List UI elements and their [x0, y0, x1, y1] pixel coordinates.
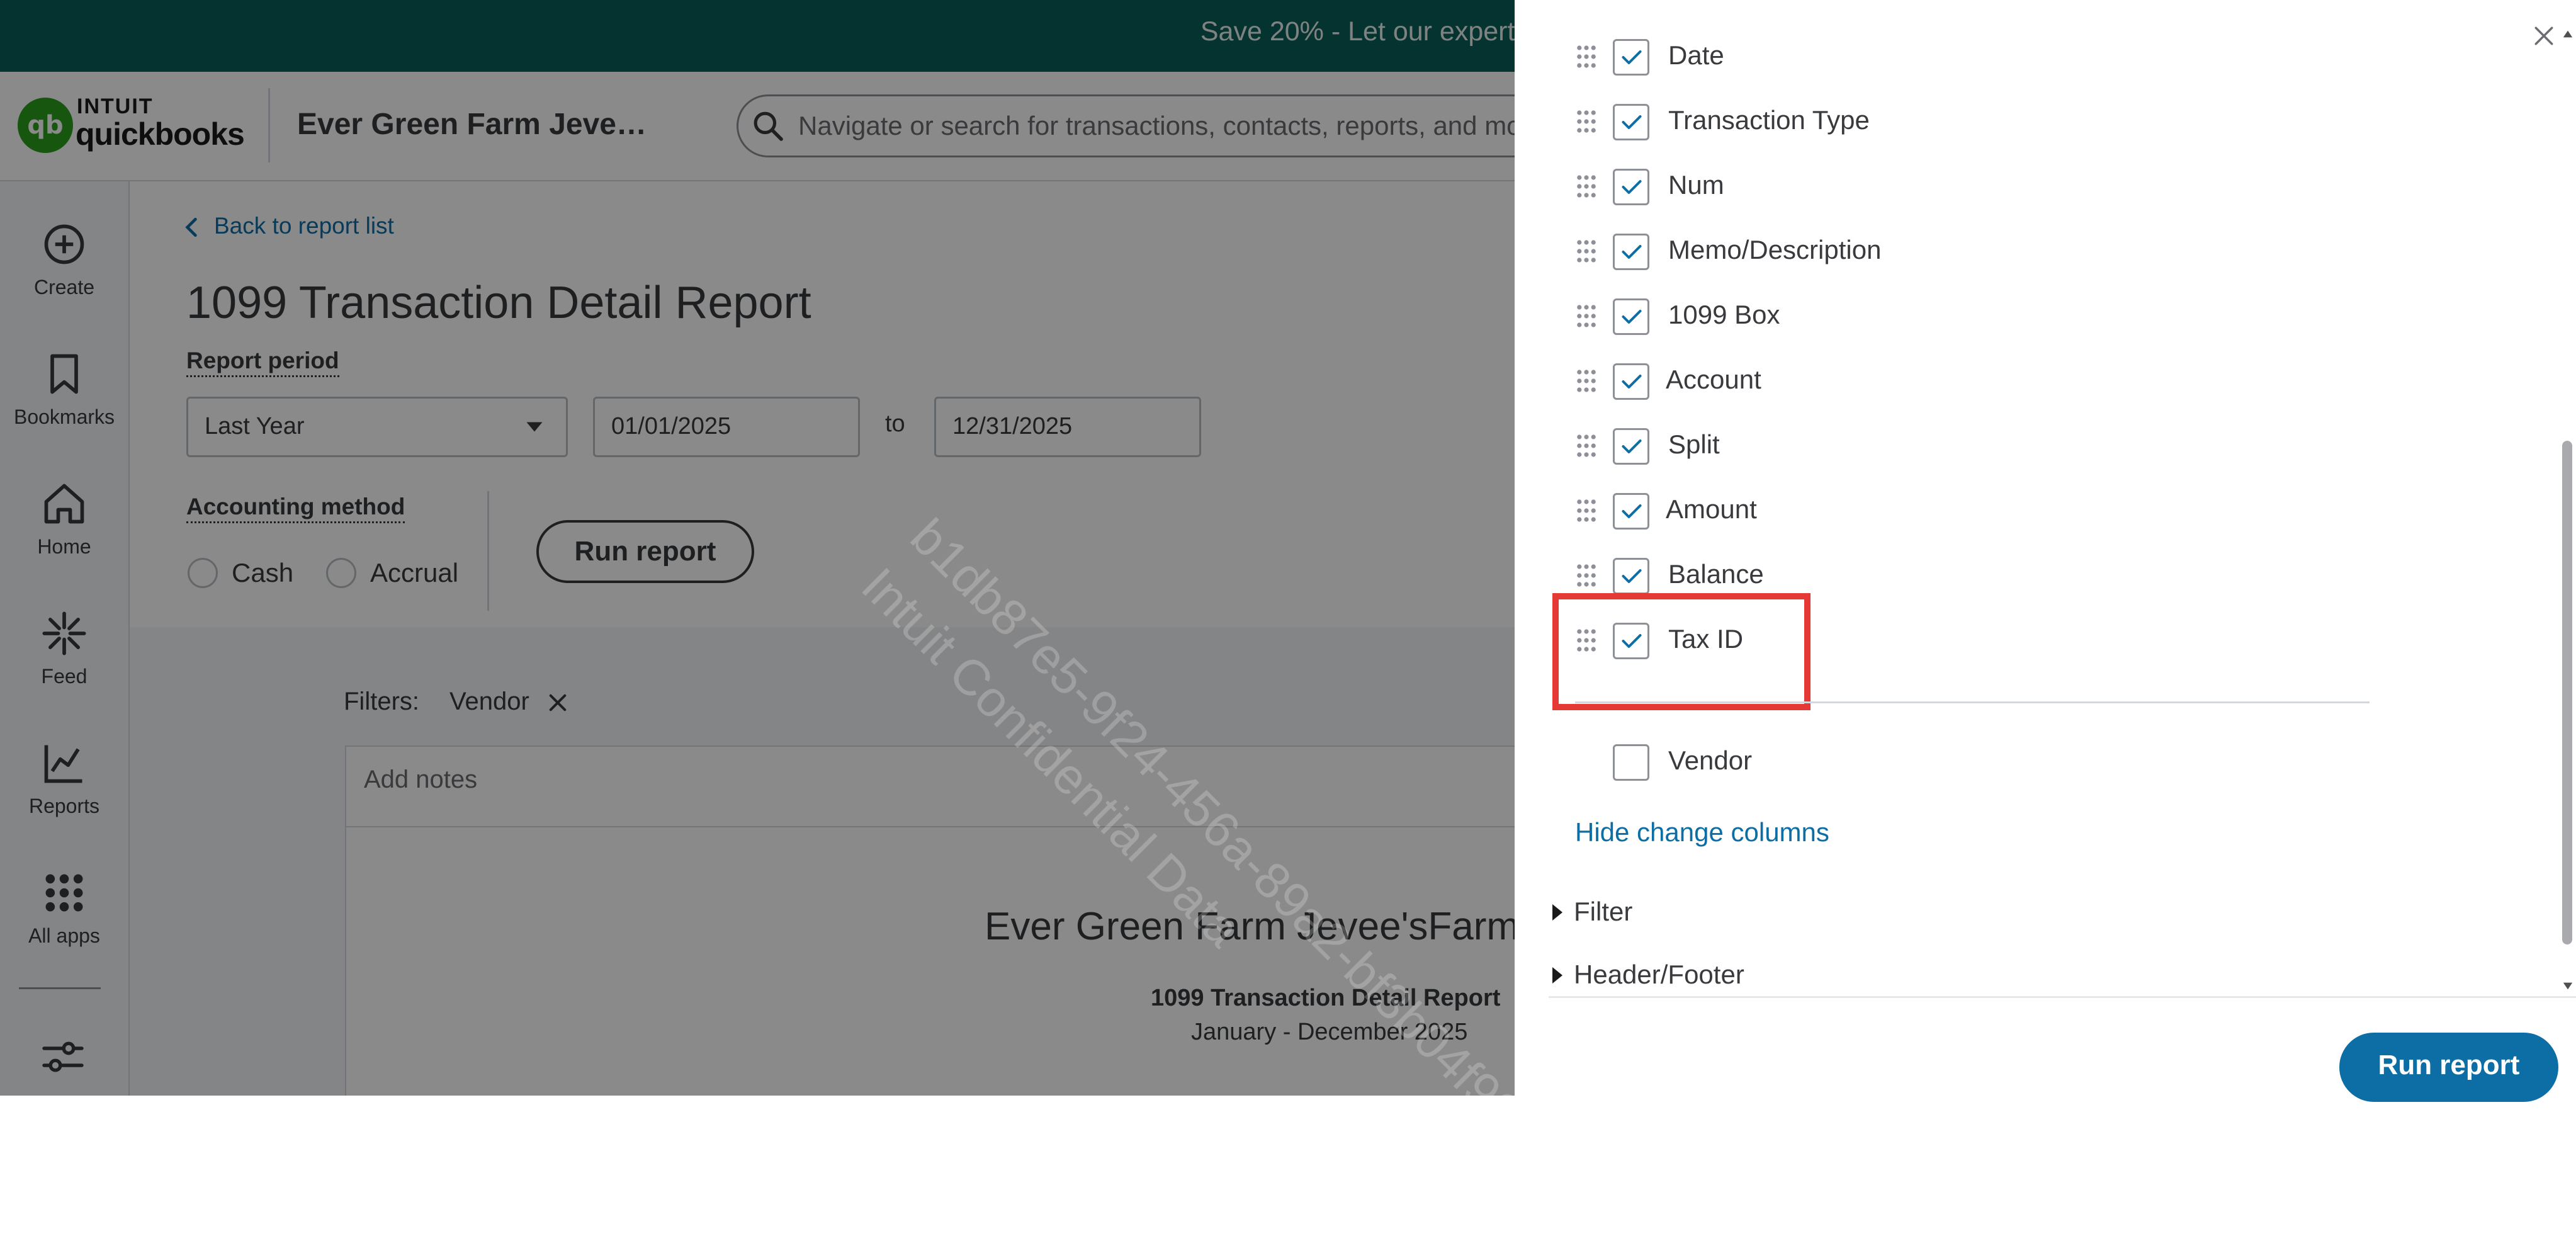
- column-row-amount[interactable]: Amount: [1568, 483, 2386, 533]
- column-checkbox-date[interactable]: [1613, 39, 1649, 76]
- column-row-vendor[interactable]: Vendor: [1568, 734, 2386, 785]
- checkmark-icon: [1622, 309, 1642, 324]
- drag-handle-icon[interactable]: [1576, 303, 1596, 329]
- drag-handle-icon[interactable]: [1576, 368, 1596, 394]
- column-row-split[interactable]: Split: [1568, 418, 2386, 468]
- drag-handle-icon[interactable]: [1576, 498, 1596, 523]
- column-row-account[interactable]: Account: [1568, 353, 2386, 404]
- column-name-vendor[interactable]: Vendor: [1668, 746, 1752, 776]
- column-name-memo-description[interactable]: Memo/Description: [1668, 235, 1881, 265]
- column-row-num[interactable]: Num: [1568, 159, 2386, 209]
- column-name-num[interactable]: Num: [1668, 170, 1724, 200]
- column-checkbox-account[interactable]: [1613, 363, 1649, 400]
- column-row-date[interactable]: Date: [1568, 29, 2386, 79]
- column-name-amount[interactable]: Amount: [1666, 494, 1757, 524]
- column-checkbox-1099-box[interactable]: [1613, 298, 1649, 335]
- checkmark-icon: [1622, 439, 1642, 454]
- hide-change-columns-link[interactable]: Hide change columns: [1575, 817, 1829, 848]
- section-filter-label[interactable]: Filter: [1574, 897, 1632, 927]
- checkmark-icon: [1622, 374, 1642, 389]
- checkmark-icon: [1622, 50, 1642, 65]
- column-checkbox-memo-description[interactable]: [1613, 234, 1649, 270]
- column-checkbox-num[interactable]: [1613, 169, 1649, 205]
- column-row-1099-box[interactable]: 1099 Box: [1568, 288, 2386, 339]
- drag-handle-icon[interactable]: [1576, 174, 1596, 199]
- checkmark-icon: [1622, 504, 1642, 519]
- scrollbar-thumb[interactable]: [2562, 441, 2572, 944]
- run-report-primary-button[interactable]: Run report: [2339, 1033, 2558, 1102]
- caret-right-icon: [1552, 967, 1562, 984]
- column-list-divider: [1575, 701, 2370, 703]
- checkmark-icon: [1622, 179, 1642, 195]
- checkmark-icon: [1622, 244, 1642, 259]
- checkmark-icon: [1622, 115, 1642, 130]
- column-checkbox-split[interactable]: [1613, 428, 1649, 465]
- drag-handle-icon[interactable]: [1576, 563, 1596, 588]
- column-checkbox-transaction-type[interactable]: [1613, 104, 1649, 140]
- drag-handle-icon[interactable]: [1576, 44, 1596, 69]
- scroll-down-icon[interactable]: [2562, 980, 2573, 992]
- drag-handle-icon[interactable]: [1576, 109, 1596, 134]
- column-checkbox-balance[interactable]: [1613, 558, 1649, 594]
- column-row-balance[interactable]: Balance: [1568, 548, 2386, 598]
- column-name-balance[interactable]: Balance: [1668, 559, 1764, 589]
- close-icon[interactable]: [2533, 25, 2555, 47]
- column-row-transaction-type[interactable]: Transaction Type: [1568, 94, 2386, 144]
- column-row-memo-description[interactable]: Memo/Description: [1568, 224, 2386, 274]
- section-header-footer-label[interactable]: Header/Footer: [1574, 960, 1744, 990]
- drag-handle-icon[interactable]: [1576, 239, 1596, 264]
- scroll-up-icon[interactable]: [2562, 28, 2573, 40]
- column-name-date[interactable]: Date: [1668, 40, 1724, 71]
- column-checkbox-vendor[interactable]: [1613, 744, 1649, 781]
- caret-right-icon: [1552, 904, 1562, 921]
- column-checkbox-amount[interactable]: [1613, 493, 1649, 530]
- column-name-account[interactable]: Account: [1666, 365, 1761, 395]
- checkmark-icon: [1622, 569, 1642, 584]
- annotation-highlight-box: [1552, 593, 1811, 710]
- panel-footer-divider: [1549, 996, 2576, 998]
- column-name-split[interactable]: Split: [1668, 429, 1720, 460]
- column-name-1099-box[interactable]: 1099 Box: [1668, 300, 1780, 330]
- drag-handle-icon[interactable]: [1576, 433, 1596, 458]
- column-name-transaction-type[interactable]: Transaction Type: [1668, 105, 1870, 135]
